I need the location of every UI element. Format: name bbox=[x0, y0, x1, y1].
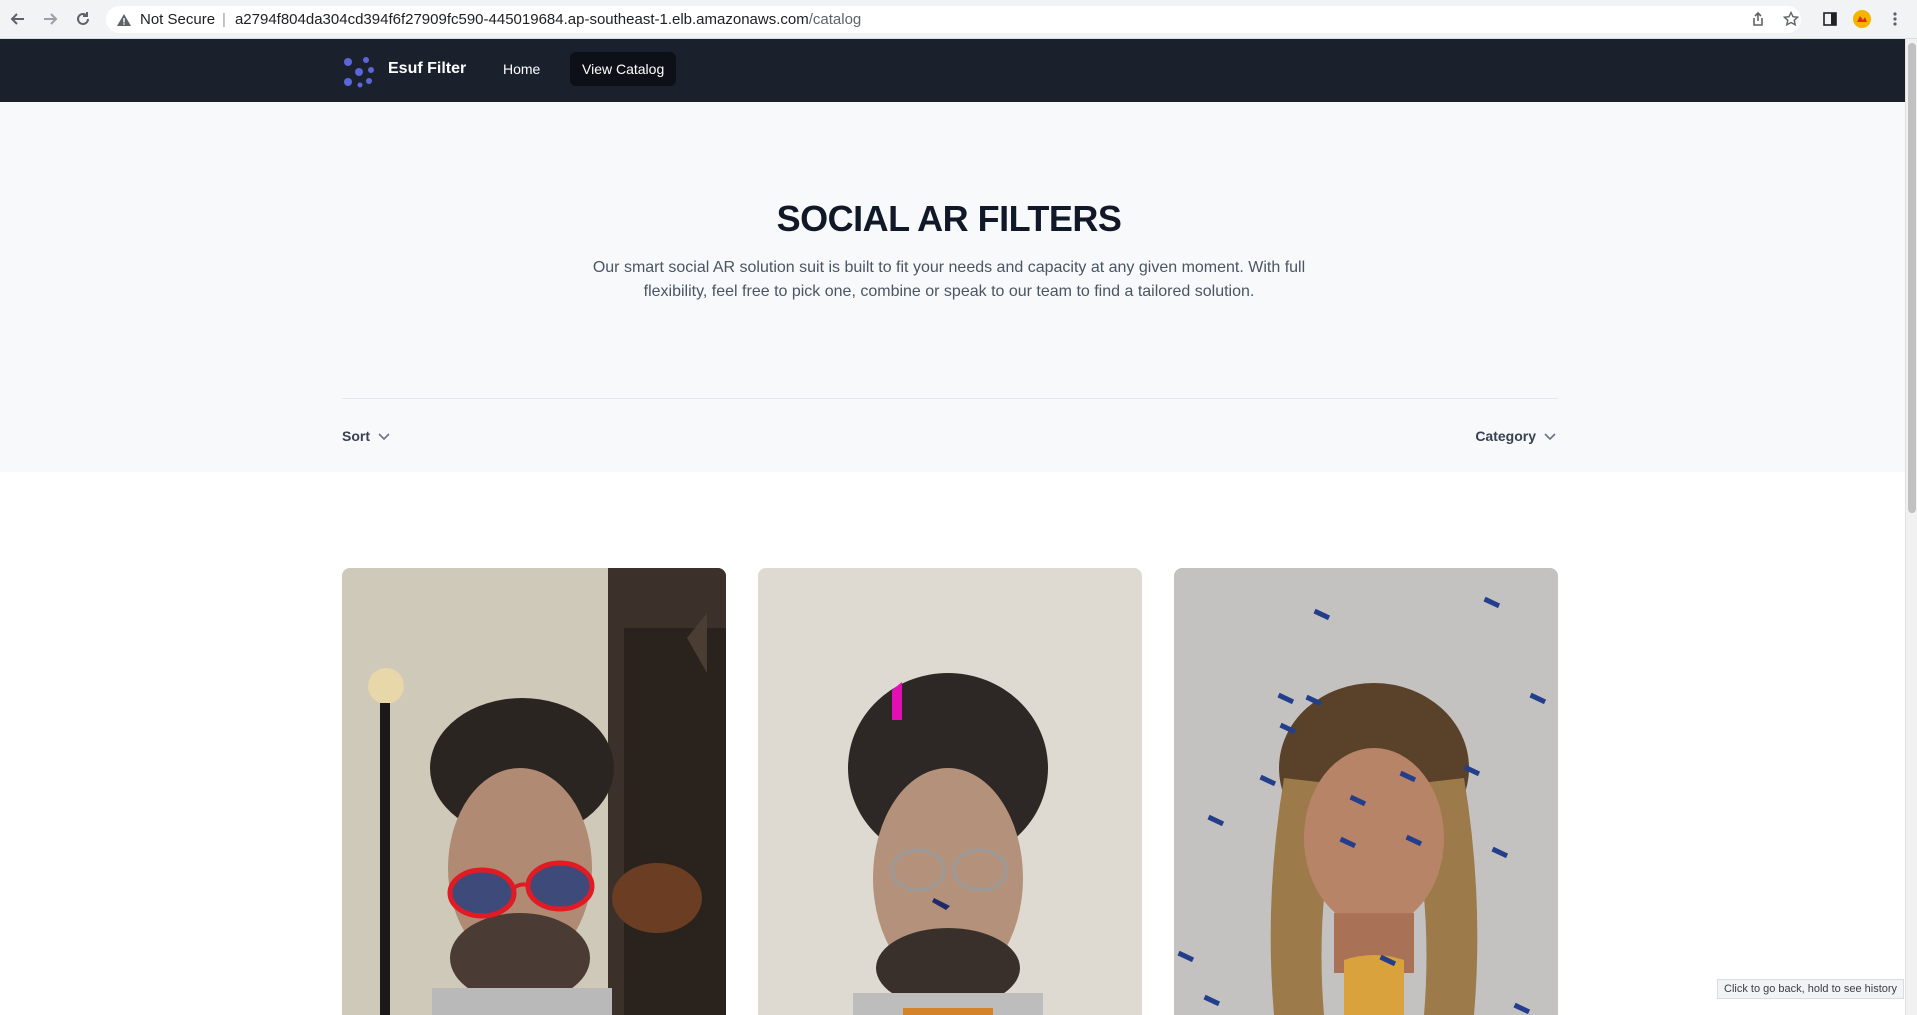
page-title: SOCIAL AR FILTERS bbox=[776, 198, 1122, 239]
url-path: /catalog bbox=[808, 11, 862, 28]
product-card[interactable] bbox=[758, 568, 1142, 1015]
product-card[interactable] bbox=[1174, 568, 1558, 1015]
nav-view-catalog-link[interactable]: View Catalog bbox=[570, 52, 677, 86]
back-button-tooltip: Click to go back, hold to see history bbox=[1717, 979, 1905, 999]
page-subtitle: Our smart social AR solution suit is bui… bbox=[592, 259, 1306, 300]
url-host: a2794f804da304cd394f6f27909fc590-4450196… bbox=[234, 11, 809, 28]
woman-with-falling-pens-image bbox=[1174, 568, 1558, 1015]
chevron-down-icon bbox=[1544, 433, 1556, 441]
product-card[interactable] bbox=[342, 568, 726, 1015]
sort-label: Sort bbox=[342, 428, 370, 444]
reload-button[interactable] bbox=[71, 7, 95, 31]
security-label[interactable]: Not Secure bbox=[140, 11, 215, 28]
sort-dropdown[interactable]: Sort bbox=[342, 428, 392, 444]
side-panel-icon[interactable] bbox=[1820, 9, 1840, 29]
address-separator: | bbox=[222, 11, 226, 28]
browser-toolbar: Not Secure | a2794f804da304cd394f6f27909… bbox=[0, 0, 1917, 39]
warning-icon bbox=[117, 13, 131, 26]
scrollbar-thumb[interactable] bbox=[1908, 43, 1916, 513]
site-navbar: Esuf Filter Home View Catalog bbox=[0, 39, 1905, 102]
back-button[interactable] bbox=[6, 7, 30, 31]
menu-dots-icon[interactable] bbox=[1885, 9, 1905, 29]
man-with-number-one-image bbox=[758, 568, 1142, 1015]
page-scrollbar[interactable] bbox=[1905, 39, 1917, 1015]
category-label: Category bbox=[1475, 428, 1536, 444]
nav-home-link[interactable]: Home bbox=[491, 52, 552, 86]
category-dropdown[interactable]: Category bbox=[1475, 428, 1558, 444]
logo-icon[interactable] bbox=[342, 55, 376, 89]
divider bbox=[342, 398, 1558, 399]
brand-name[interactable]: Esuf Filter bbox=[388, 60, 466, 78]
forward-button[interactable] bbox=[38, 7, 62, 31]
address-bar[interactable]: Not Secure | a2794f804da304cd394f6f27909… bbox=[106, 6, 1801, 33]
hero-section: SOCIAL AR FILTERS Our smart social AR so… bbox=[0, 102, 1905, 472]
man-with-red-sunglasses-image bbox=[342, 568, 726, 1015]
bookmark-star-icon[interactable] bbox=[1781, 9, 1801, 29]
share-icon[interactable] bbox=[1748, 9, 1768, 29]
extension-icon[interactable] bbox=[1852, 9, 1872, 29]
chevron-down-icon bbox=[378, 433, 390, 441]
